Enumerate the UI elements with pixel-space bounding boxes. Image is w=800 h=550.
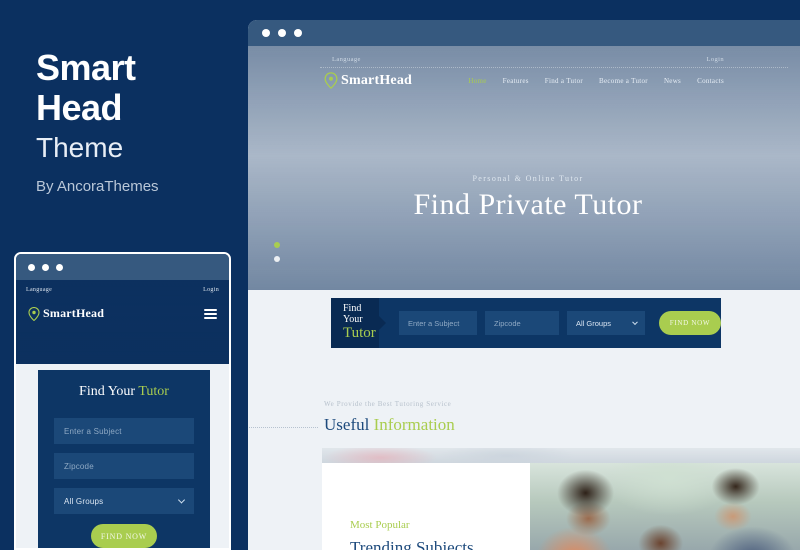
useful-information-section: We Provide the Best Tutoring Service Use… xyxy=(248,375,800,465)
mobile-logo-text: SmartHead xyxy=(43,306,105,320)
chevron-down-icon xyxy=(632,319,638,326)
search-bar-label: Find Your Tutor xyxy=(331,298,379,348)
window-dot-icon xyxy=(42,263,49,271)
mobile-logo[interactable]: SmartHead xyxy=(28,306,104,321)
slider-dot-active[interactable] xyxy=(274,242,280,248)
nav-item-news[interactable]: News xyxy=(664,77,681,85)
desktop-logo-text: SmartHead xyxy=(341,72,413,88)
info-heading: Useful Information xyxy=(324,415,455,435)
info-heading-navy: Useful xyxy=(324,415,370,434)
nav-item-find-a-tutor[interactable]: Find a Tutor xyxy=(545,77,583,85)
mobile-login-link[interactable]: Login xyxy=(203,287,219,293)
slider-dot[interactable] xyxy=(274,256,280,262)
mobile-header: SmartHead xyxy=(16,306,229,321)
search-bar-fields: Enter a Subject Zipcode All Groups FIND … xyxy=(379,311,721,335)
topbar-divider xyxy=(320,67,788,68)
desktop-language-link[interactable]: Language xyxy=(332,56,361,63)
mobile-mockup: Language Login SmartHead Find Your Tutor… xyxy=(14,252,231,550)
hero-content: Personal & Online Tutor Find Private Tut… xyxy=(248,174,800,222)
desktop-hero: Language Login SmartHead Home Features F… xyxy=(248,46,800,290)
info-heading-accent: Information xyxy=(373,415,455,434)
location-pin-icon xyxy=(28,306,40,321)
desktop-zipcode-input[interactable]: Zipcode xyxy=(485,311,559,335)
mobile-browser-chrome xyxy=(16,254,229,280)
desktop-search-bar: Find Your Tutor Enter a Subject Zipcode … xyxy=(331,298,721,348)
hero-subtitle: Personal & Online Tutor xyxy=(472,174,584,183)
window-dot-icon xyxy=(278,29,286,37)
nav-item-contacts[interactable]: Contacts xyxy=(697,77,724,85)
promo-byline: By AncoraThemes xyxy=(36,178,159,195)
trending-subjects-card: Most Popular Trending Subjects xyxy=(322,463,800,550)
mobile-language-link[interactable]: Language xyxy=(26,287,52,293)
nav-item-home[interactable]: Home xyxy=(468,77,486,85)
mobile-search-title: Find Your Tutor xyxy=(54,384,194,400)
mobile-search-title-plain: Find Your xyxy=(79,384,136,399)
card-title: Trending Subjects xyxy=(350,538,474,550)
hero-title: Find Private Tutor xyxy=(413,188,643,221)
desktop-nav: Home Features Find a Tutor Become a Tuto… xyxy=(468,77,724,85)
nav-item-features[interactable]: Features xyxy=(503,77,529,85)
desktop-group-select[interactable]: All Groups xyxy=(567,311,645,335)
mobile-group-select[interactable]: All Groups xyxy=(54,488,194,514)
promo-title-line2: Head xyxy=(36,87,123,129)
window-dot-icon xyxy=(262,29,270,37)
desktop-group-select-value: All Groups xyxy=(576,318,612,328)
window-dot-icon xyxy=(28,263,35,271)
mobile-find-now-button[interactable]: FIND NOW xyxy=(91,524,157,548)
desktop-logo[interactable]: SmartHead xyxy=(324,72,412,89)
mobile-topbar: Language Login xyxy=(16,283,229,297)
promo-title: Smart Head xyxy=(36,47,226,129)
search-bar-label-line2: Tutor xyxy=(343,325,376,342)
card-photo xyxy=(530,463,800,550)
window-dot-icon xyxy=(294,29,302,37)
mobile-search-title-accent: Tutor xyxy=(138,384,169,399)
info-divider xyxy=(248,427,318,428)
window-dot-icon xyxy=(56,263,63,271)
mobile-subject-input[interactable]: Enter a Subject xyxy=(54,418,194,444)
desktop-mockup: Language Login SmartHead Home Features F… xyxy=(248,20,800,550)
hamburger-menu-icon[interactable] xyxy=(204,308,217,319)
mobile-group-select-value: All Groups xyxy=(64,496,104,506)
card-eyebrow: Most Popular xyxy=(350,519,410,531)
nav-item-become-a-tutor[interactable]: Become a Tutor xyxy=(599,77,648,85)
desktop-topbar: Language Login xyxy=(248,51,800,67)
search-bar-label-line1: Find Your xyxy=(343,303,363,326)
mobile-hero: Language Login SmartHead xyxy=(16,280,229,364)
hero-slider-dots xyxy=(274,242,280,262)
promo-subtitle: Theme xyxy=(36,132,124,163)
promo-title-line1: Smart xyxy=(36,47,136,88)
chevron-down-icon xyxy=(177,496,186,504)
info-eyebrow: We Provide the Best Tutoring Service xyxy=(324,400,452,408)
desktop-find-now-button[interactable]: FIND NOW xyxy=(659,311,721,335)
mobile-zipcode-input[interactable]: Zipcode xyxy=(54,453,194,479)
desktop-login-link[interactable]: Login xyxy=(706,56,724,63)
people-photo xyxy=(530,463,800,550)
desktop-browser-chrome xyxy=(248,20,800,46)
desktop-subject-input[interactable]: Enter a Subject xyxy=(399,311,477,335)
mobile-search-panel: Find Your Tutor Enter a Subject Zipcode … xyxy=(38,370,210,548)
desktop-header: SmartHead Home Features Find a Tutor Bec… xyxy=(248,72,800,89)
location-pin-icon xyxy=(324,72,338,89)
